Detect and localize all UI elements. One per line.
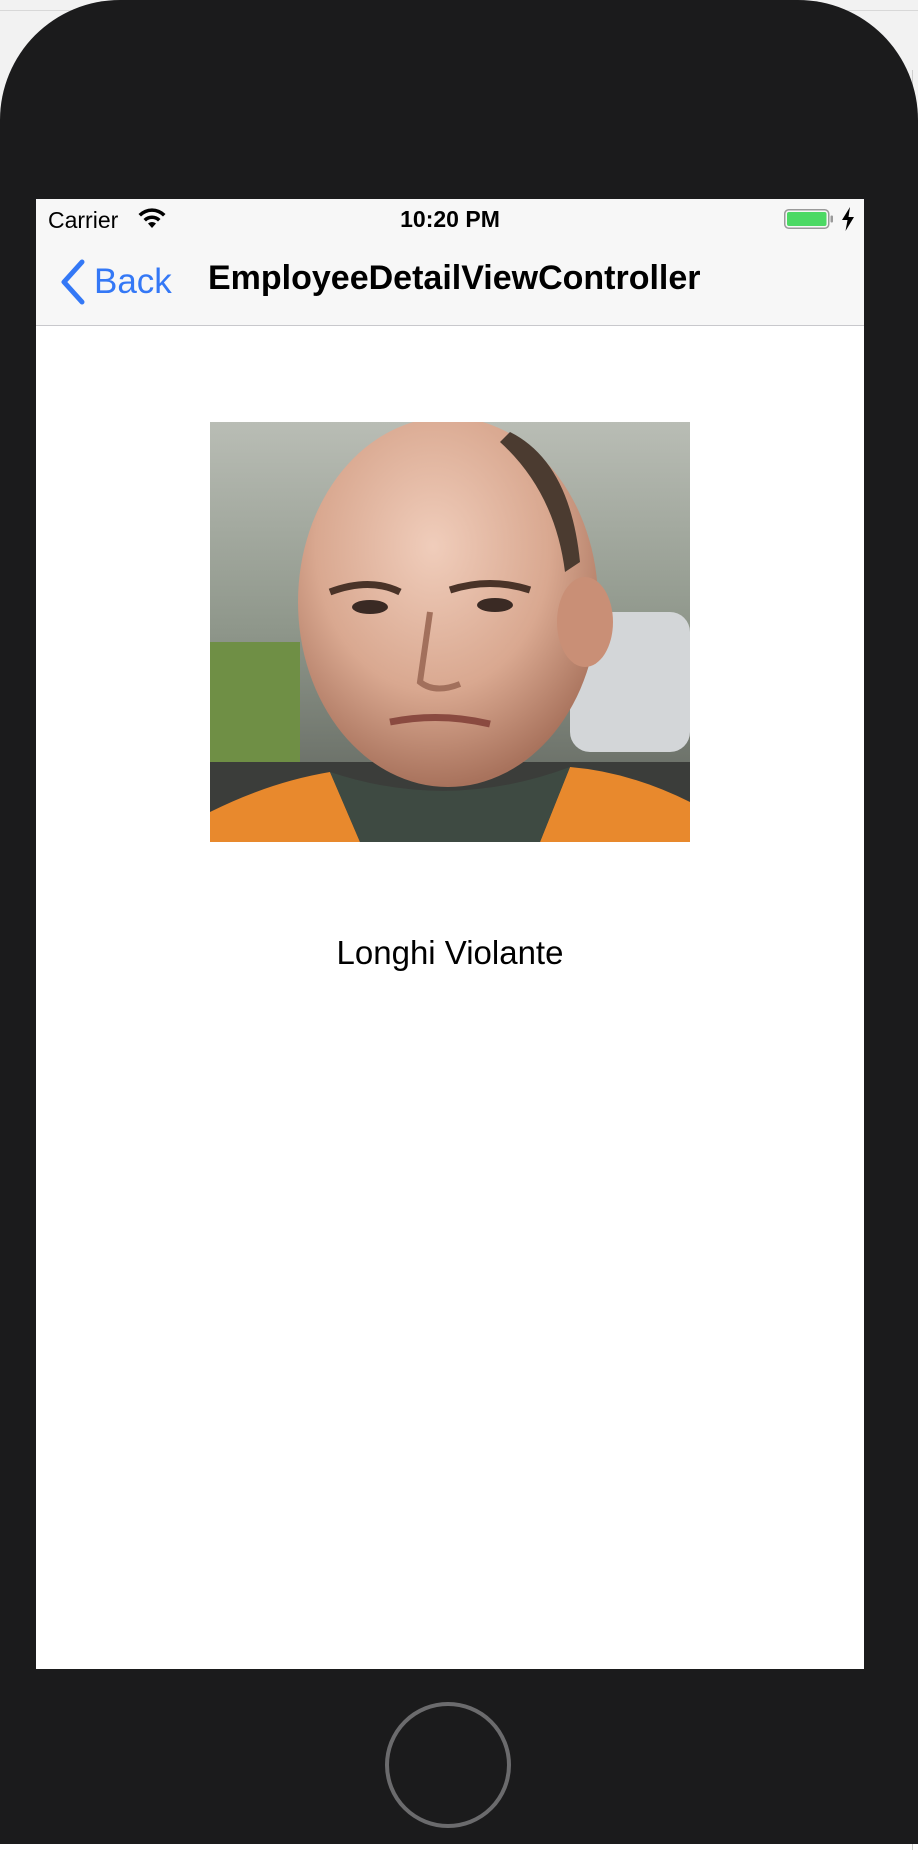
employee-name: Longhi Violante [336, 934, 564, 971]
device-screen: Carrier 10:20 PM Back EmployeeDetailView… [36, 199, 864, 1669]
chevron-left-icon [61, 259, 85, 305]
simulator-device-frame: Carrier 10:20 PM Back EmployeeDetailView… [0, 0, 918, 1844]
home-button[interactable] [385, 1702, 511, 1828]
back-button[interactable]: Back [60, 257, 172, 307]
back-button-label: Back [94, 262, 172, 301]
nav-title: EmployeeDetailViewController [208, 259, 701, 297]
employee-photo-image [210, 422, 690, 842]
navigation-bar: Back EmployeeDetailViewController [36, 239, 864, 326]
charging-bolt-icon [842, 207, 854, 231]
status-bar: Carrier 10:20 PM [36, 199, 864, 239]
battery-full-icon [784, 209, 833, 229]
status-time: 10:20 PM [400, 206, 500, 232]
employee-photo [210, 422, 690, 842]
